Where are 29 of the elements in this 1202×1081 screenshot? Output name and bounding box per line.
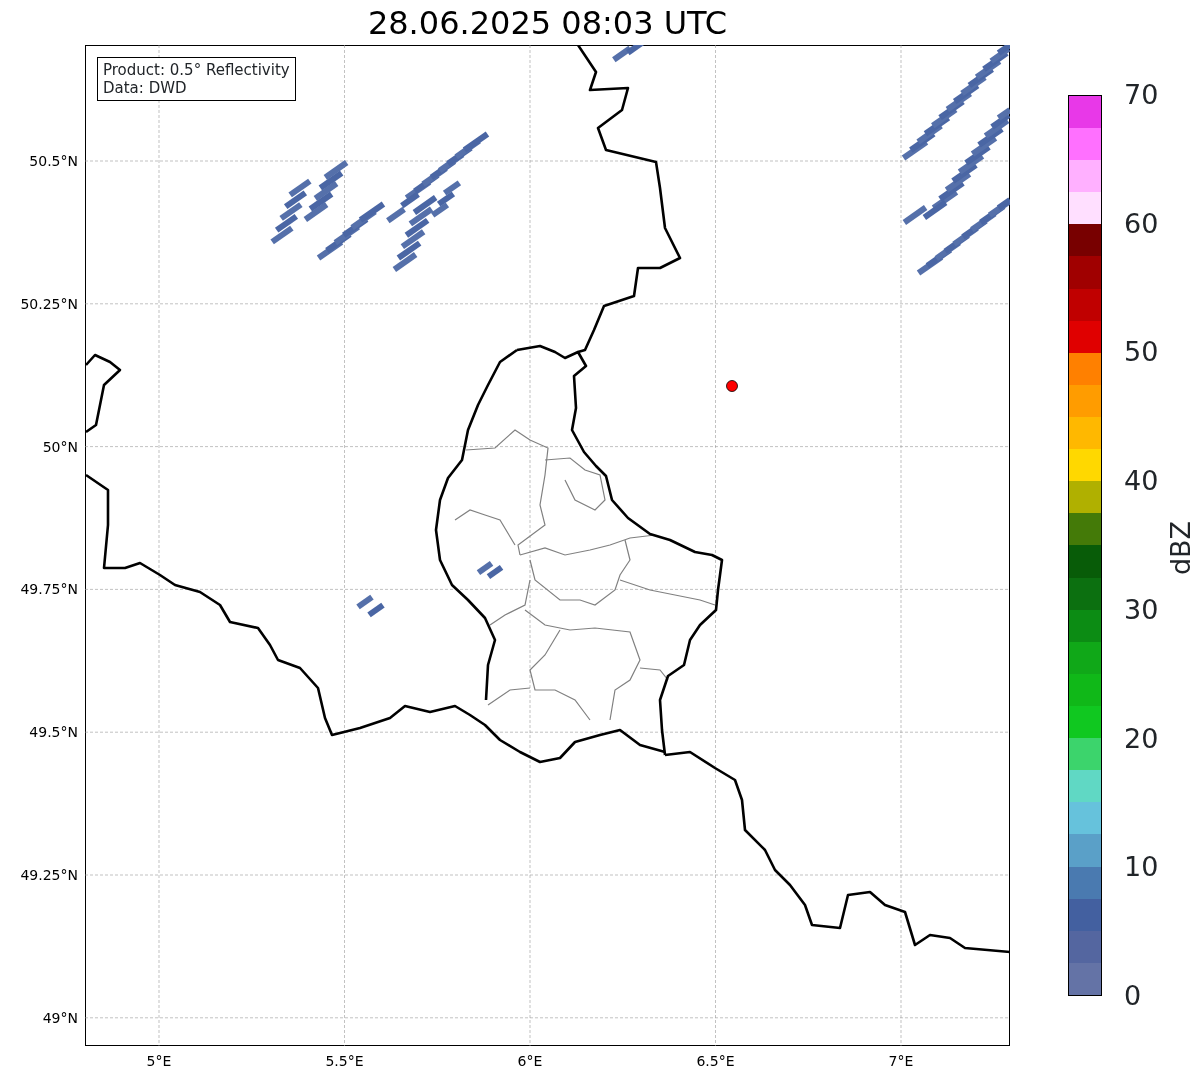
x-tick-label: 6°E: [517, 1054, 543, 1068]
y-tick-label: 50.5°N: [29, 154, 78, 168]
colorbar-tick-label: 20: [1124, 724, 1159, 752]
colorbar-tick-label: 70: [1124, 81, 1159, 108]
radar-echo: [612, 45, 646, 63]
colorbar-tick-label: 40: [1124, 467, 1159, 495]
colorbar-tick-label: 30: [1124, 595, 1159, 623]
x-tick-label: 6.5°E: [696, 1054, 735, 1068]
colorbar-label: dBZ: [1166, 520, 1194, 576]
colorbar-tick-label: 60: [1124, 209, 1159, 237]
radar-echo: [356, 594, 385, 618]
y-tick-label: 49.75°N: [20, 582, 78, 597]
radar-echo: [270, 178, 312, 245]
info-text: Data: DWD: [103, 79, 188, 97]
x-tick-label: 7°E: [888, 1054, 914, 1068]
y-tick-label: 50°N: [42, 439, 78, 454]
radar-echo: [476, 560, 504, 580]
chart-title: 28.06.2025 08:03 UTC: [366, 4, 729, 43]
x-tick-label: 5°E: [146, 1054, 172, 1068]
x-tick-label: 5.5°E: [325, 1054, 364, 1068]
info-text: Product: 0.5° Reflectivity: [103, 61, 290, 79]
y-tick-label: 49°N: [42, 1010, 78, 1025]
colorbar-tick-label: 10: [1124, 853, 1159, 881]
y-tick-label: 49.5°N: [29, 725, 78, 740]
colorbar-tick-label: 0: [1124, 982, 1142, 1009]
y-tick-label: 49.25°N: [20, 868, 78, 882]
location-marker-icon: [726, 380, 738, 392]
y-tick-label: 50.25°N: [20, 296, 78, 311]
colorbar-tick-label: 50: [1124, 338, 1159, 366]
